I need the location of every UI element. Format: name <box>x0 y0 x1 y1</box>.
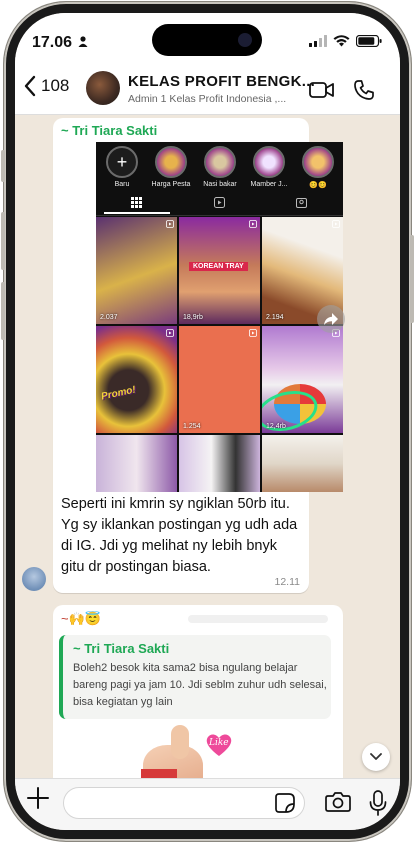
signal-icon <box>309 35 327 47</box>
post-tile: 1.254 <box>179 326 260 433</box>
highlight-new: + Baru <box>98 146 146 188</box>
message-text[interactable]: Seperti ini kmrin sy ngiklan 50rb itu. Y… <box>61 494 301 578</box>
chat-messages[interactable]: ~ Tri Tiara Sakti + Baru Harga Pesta Nas… <box>15 115 400 778</box>
post-tile: 2.037 <box>96 217 177 324</box>
reel-icon <box>249 329 257 337</box>
volume-up-button <box>1 212 5 270</box>
quoted-sender: ~ Tri Tiara Sakti <box>73 641 170 656</box>
view-count: 18,9rb <box>183 314 203 321</box>
view-count: 2.037 <box>100 314 118 321</box>
message-sender[interactable]: ~🙌😇 <box>61 611 101 627</box>
group-avatar[interactable] <box>86 71 120 105</box>
unread-count: 108 <box>41 76 70 95</box>
phone-call-icon[interactable] <box>353 79 375 101</box>
group-subtitle[interactable]: Admin 1 Kelas Profit Indonesia ,... <box>128 93 286 105</box>
message-bubble[interactable]: ~ Tri Tiara Sakti + Baru Harga Pesta Nas… <box>53 118 343 593</box>
highlight-item: Mamber J... <box>245 146 293 188</box>
screen: 17.06 108 KELAS PROFIT BENGK... Admin 1 … <box>15 13 400 830</box>
view-count: 12,4rb <box>266 423 286 430</box>
chevron-down-icon <box>370 753 382 760</box>
group-title[interactable]: KELAS PROFIT BENGK... <box>128 73 315 90</box>
message-input-bar <box>15 778 400 830</box>
reels-icon <box>214 197 225 208</box>
highlight-item: Nasi bakar <box>196 146 244 188</box>
post-tile: KOREAN TRAY 18,9rb <box>179 217 260 324</box>
chevron-left-icon <box>24 75 36 97</box>
tile-caption: Promo! <box>100 384 137 403</box>
wifi-icon <box>333 35 350 47</box>
view-count: 2.194 <box>266 314 284 321</box>
quoted-message[interactable]: ~ Tri Tiara Sakti Boleh2 besok kita sama… <box>59 635 331 719</box>
active-tab-indicator <box>104 212 170 214</box>
highlight-item: Harga Pesta <box>147 146 195 188</box>
reel-icon <box>249 220 257 228</box>
microphone-icon[interactable] <box>369 790 387 816</box>
message-sender[interactable]: ~ Tri Tiara Sakti <box>61 123 157 138</box>
status-icons <box>309 35 382 47</box>
power-button <box>410 235 414 323</box>
person-icon <box>78 36 88 47</box>
chat-header: 108 KELAS PROFIT BENGK... Admin 1 Kelas … <box>15 65 400 115</box>
sticker-icon[interactable] <box>275 793 295 813</box>
back-button[interactable]: 108 <box>23 75 69 97</box>
post-tile: 12,4rb <box>262 326 343 433</box>
battery-icon <box>356 35 382 47</box>
sticker-text: Like <box>209 738 229 748</box>
post-grid: 2.037 KOREAN TRAY 18,9rb 2.194 Promo! 1.… <box>96 217 343 492</box>
post-tile: Promo! <box>96 326 177 433</box>
instagram-screenshot-image[interactable]: + Baru Harga Pesta Nasi bakar Mamber J..… <box>96 142 343 492</box>
status-bar: 17.06 <box>15 13 400 65</box>
message-bubble[interactable]: ~🙌😇 ~ Tri Tiara Sakti Boleh2 besok kita … <box>53 605 343 778</box>
post-tile <box>179 435 260 492</box>
front-camera <box>238 33 252 47</box>
highlight-item: 😊😊 <box>294 146 342 189</box>
video-call-icon[interactable] <box>309 81 335 99</box>
post-tile <box>262 435 343 492</box>
thumbs-up-sticker[interactable]: Like <box>133 725 243 778</box>
dynamic-island <box>152 24 262 56</box>
tagged-icon <box>296 198 307 208</box>
quoted-text: Boleh2 besok kita sama2 bisa ngulang bel… <box>73 662 327 708</box>
message-input[interactable] <box>63 787 305 819</box>
message-time: 12.11 <box>274 576 301 588</box>
grid-icon <box>131 197 142 208</box>
post-tile <box>96 435 177 492</box>
reel-icon <box>332 220 340 228</box>
forward-button[interactable] <box>317 305 345 333</box>
status-time: 17.06 <box>32 34 73 51</box>
volume-down-button <box>1 282 5 340</box>
plus-icon[interactable] <box>27 787 49 809</box>
action-button <box>1 150 5 182</box>
camera-icon[interactable] <box>325 792 351 812</box>
view-count: 1.254 <box>183 423 201 430</box>
sender-name-placeholder <box>188 615 328 623</box>
reel-icon <box>166 329 174 337</box>
tile-caption: KOREAN TRAY <box>189 262 248 271</box>
forward-icon <box>324 313 338 325</box>
reel-icon <box>166 220 174 228</box>
sender-avatar[interactable] <box>22 567 46 591</box>
scroll-to-bottom-button[interactable] <box>362 743 390 771</box>
